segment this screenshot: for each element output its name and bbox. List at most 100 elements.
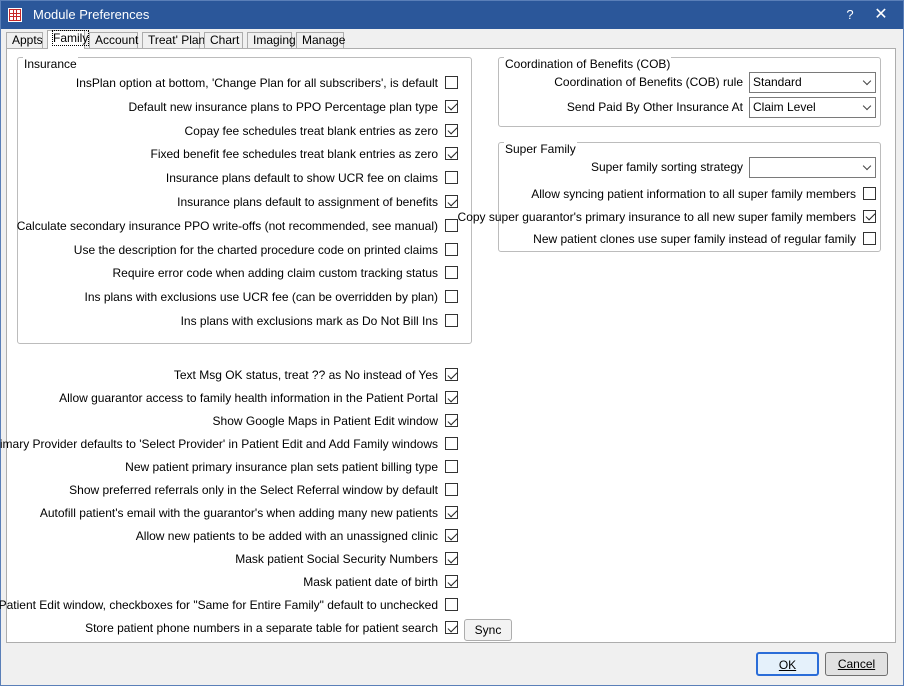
chevron-down-icon (862, 101, 872, 111)
insurance-option-row: InsPlan option at bottom, 'Change Plan f… (18, 75, 458, 91)
family-option-row: Show preferred referrals only in the Sel… (13, 482, 458, 498)
option-label: Ins plans with exclusions use UCR fee (c… (84, 290, 438, 305)
cob-rule-value: Standard (753, 75, 802, 89)
family-option-row: In Patient Edit window, checkboxes for "… (0, 597, 458, 613)
tab-account[interactable]: Account (89, 32, 138, 49)
option-label: Mask patient Social Security Numbers (235, 552, 438, 566)
option-checkbox[interactable] (445, 414, 458, 427)
option-label: Copay fee schedules treat blank entries … (184, 123, 438, 138)
option-checkbox[interactable] (445, 195, 458, 208)
option-label: New patient clones use super family inst… (533, 232, 856, 246)
tab-family[interactable]: Family (47, 30, 90, 49)
paid-by-other-label: Send Paid By Other Insurance At (566, 100, 743, 114)
option-label: Show preferred referrals only in the Sel… (69, 483, 438, 497)
option-checkbox[interactable] (445, 483, 458, 496)
option-label: Show Google Maps in Patient Edit window (212, 414, 438, 428)
option-label: Allow syncing patient information to all… (531, 187, 856, 201)
cob-rule-select[interactable]: Standard (749, 72, 876, 93)
option-checkbox[interactable] (863, 187, 876, 200)
paid-by-other-select[interactable]: Claim Level (749, 97, 876, 118)
option-checkbox[interactable] (445, 598, 458, 611)
paid-by-other-row: Send Paid By Other Insurance At Claim Le… (499, 97, 876, 118)
option-checkbox[interactable] (445, 506, 458, 519)
insurance-option-row: Calculate secondary insurance PPO write-… (16, 218, 458, 234)
family-option-row: Allow guarantor access to family health … (13, 390, 458, 406)
family-option-row: Text Msg OK status, treat ?? as No inste… (13, 367, 458, 383)
option-label: Default new insurance plans to PPO Perce… (128, 99, 438, 114)
option-label: New patient primary insurance plan sets … (125, 460, 438, 474)
sf-strategy-row: Super family sorting strategy (499, 157, 876, 178)
family-option-row: Store patient phone numbers in a separat… (13, 620, 458, 636)
cancel-button[interactable]: Cancel (825, 652, 888, 676)
option-label: Require error code when adding claim cus… (112, 266, 439, 281)
option-checkbox[interactable] (445, 529, 458, 542)
option-checkbox[interactable] (445, 171, 458, 185)
tab-treat-plan[interactable]: Treat' Plan (142, 32, 205, 49)
insurance-group-title: Insurance (23, 57, 78, 71)
help-button[interactable]: ? (841, 5, 859, 25)
insurance-option-row: Copay fee schedules treat blank entries … (18, 123, 458, 139)
tab-label: Chart (210, 33, 240, 47)
app-icon (8, 8, 22, 22)
insurance-option-row: Fixed benefit fee schedules treat blank … (18, 146, 458, 162)
tab-label: Appts (12, 33, 43, 47)
option-label: In Patient Edit window, checkboxes for "… (0, 598, 438, 612)
super-family-option-row: Allow syncing patient information to all… (504, 186, 876, 202)
insurance-option-row: Use the description for the charted proc… (18, 242, 458, 258)
title-bar: Module Preferences ? ✕ (1, 1, 903, 29)
ok-button[interactable]: OK (756, 652, 819, 676)
chevron-down-icon (862, 76, 872, 86)
sf-strategy-select[interactable] (749, 157, 876, 178)
option-checkbox[interactable] (445, 76, 458, 89)
option-checkbox[interactable] (445, 460, 458, 473)
chevron-down-icon (862, 161, 872, 171)
option-label: Insurance plans default to show UCR fee … (165, 171, 438, 186)
tab-chart[interactable]: Chart (204, 32, 243, 49)
family-option-row: Show Google Maps in Patient Edit window (13, 413, 458, 429)
option-checkbox[interactable] (445, 147, 458, 161)
option-label: Copy super guarantor's primary insurance… (457, 209, 856, 224)
option-checkbox[interactable] (445, 437, 458, 450)
option-label: Primary Provider defaults to 'Select Pro… (0, 437, 438, 451)
tab-appts[interactable]: Appts (6, 32, 43, 49)
family-tab-page: Insurance Coordination of Benefits (COB)… (0, 48, 896, 643)
super-family-group: Super Family Super family sorting strate… (458, 142, 881, 252)
option-label: Ins plans with exclusions mark as Do Not… (180, 314, 438, 328)
option-checkbox[interactable] (445, 314, 458, 327)
option-checkbox[interactable] (445, 99, 458, 113)
option-checkbox[interactable] (863, 232, 876, 245)
option-label: Insurance plans default to assignment of… (177, 195, 438, 209)
option-label: Mask patient date of birth (303, 575, 438, 589)
family-option-row: Mask patient date of birth (13, 574, 458, 590)
option-label: Store patient phone numbers in a separat… (85, 621, 438, 635)
insurance-option-row: Require error code when adding claim cus… (18, 265, 458, 281)
option-checkbox[interactable] (445, 552, 458, 565)
tab-label: Family (51, 30, 90, 46)
option-checkbox[interactable] (445, 218, 458, 232)
option-checkbox[interactable] (445, 391, 458, 404)
option-label: Allow new patients to be added with an u… (135, 529, 438, 543)
cob-rule-row: Coordination of Benefits (COB) rule Stan… (499, 72, 876, 93)
option-checkbox[interactable] (445, 290, 458, 304)
family-option-row: Mask patient Social Security Numbers (13, 551, 458, 567)
option-checkbox[interactable] (445, 621, 458, 634)
sync-button[interactable]: Sync (464, 619, 512, 641)
option-checkbox[interactable] (445, 123, 458, 137)
ok-label: OK (778, 658, 797, 672)
option-label: Calculate secondary insurance PPO write-… (16, 218, 438, 233)
super-family-group-title: Super Family (504, 142, 577, 156)
super-family-option-row: Copy super guarantor's primary insurance… (458, 209, 876, 225)
option-label: Autofill patient's email with the guaran… (39, 506, 438, 520)
option-checkbox[interactable] (445, 242, 458, 256)
option-checkbox[interactable] (445, 368, 458, 381)
tab-manage[interactable]: Manage (296, 32, 345, 49)
option-checkbox[interactable] (445, 266, 458, 280)
insurance-option-row: Ins plans with exclusions mark as Do Not… (18, 313, 458, 329)
option-label: Allow guarantor access to family health … (59, 391, 438, 405)
option-checkbox[interactable] (863, 209, 876, 223)
window-title: Module Preferences (33, 7, 150, 22)
tab-label: Treat' Plan (148, 33, 206, 47)
close-icon[interactable]: ✕ (869, 5, 893, 25)
option-checkbox[interactable] (445, 575, 458, 588)
tab-imaging[interactable]: Imaging (247, 32, 296, 49)
